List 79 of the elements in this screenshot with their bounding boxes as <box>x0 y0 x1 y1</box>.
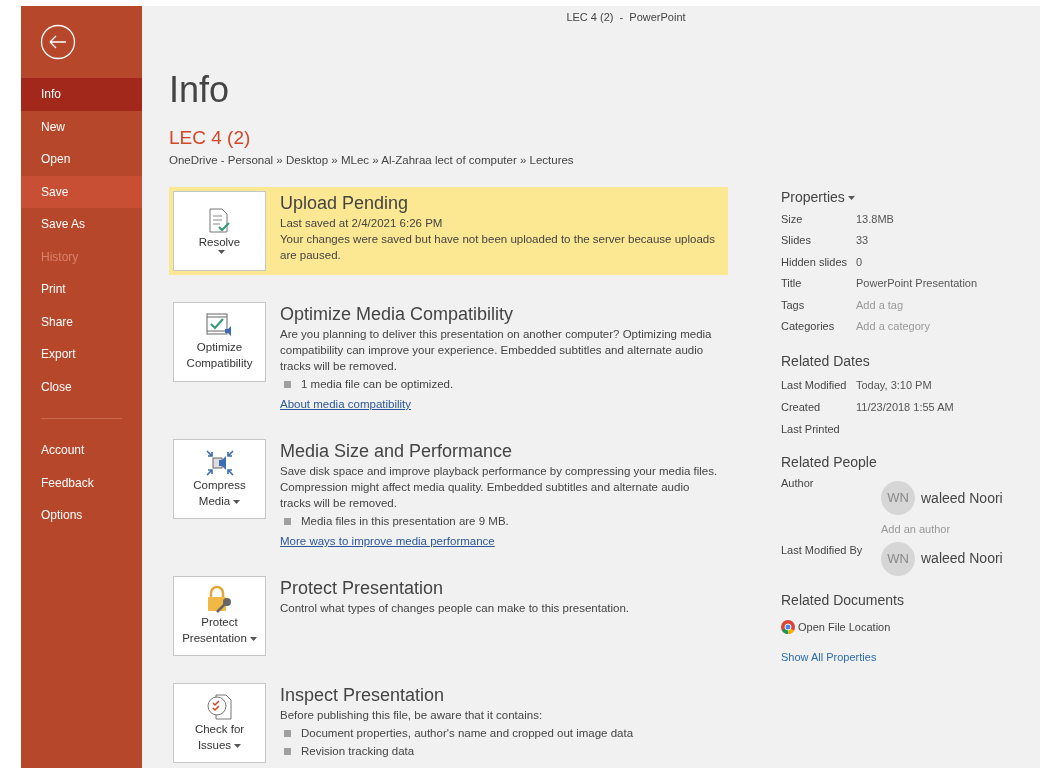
property-label: Tags <box>781 297 806 313</box>
section-text: Control what types of changes people can make to this presentation. <box>280 601 631 617</box>
property-label: Created <box>781 399 822 415</box>
action-button[interactable]: Resolve <box>173 191 266 272</box>
property-label: Last Modified <box>781 377 848 393</box>
back-icon[interactable] <box>40 24 76 60</box>
bullet-icon <box>284 729 291 737</box>
file-name: LEC 4 (2) <box>169 126 252 150</box>
menu-item[interactable]: Options <box>21 499 142 532</box>
section-text: Last saved at 2/4/2021 6:26 PM <box>280 216 444 232</box>
action-button[interactable]: Protect Presentation <box>173 576 266 657</box>
property-label: Last Printed <box>781 421 841 437</box>
person-name[interactable]: waleed Noori <box>921 487 1003 509</box>
section-text: Save disk space and improve playback performance by compressing your media files. Compression might affect media quality. Embedded subtitles and alternate audio tracks will be removed. <box>280 464 719 512</box>
property-value: 13.8MB <box>856 211 894 227</box>
property-label: Title <box>781 276 803 291</box>
section-title: Protect Presentation <box>280 577 445 601</box>
property-label: Categories <box>781 319 836 334</box>
caret-icon <box>847 195 855 200</box>
menu-item[interactable]: Info <box>21 78 142 111</box>
property-label: Hidden slides <box>781 254 849 270</box>
section-heading: Related Dates <box>781 352 871 371</box>
section-text: Before publishing this file, be aware that it contains: <box>280 708 544 724</box>
document-check-icon <box>208 208 231 235</box>
menu-item[interactable]: Share <box>21 305 142 338</box>
bullet-icon <box>284 517 291 525</box>
property-value: PowerPoint Presentation <box>856 276 978 291</box>
menu-item[interactable]: Close <box>21 370 142 403</box>
browser-icon <box>781 619 795 634</box>
check-issues-icon <box>205 693 234 722</box>
bullet-text: 1 media file can be optimized. <box>301 377 454 393</box>
menu-item[interactable]: Print <box>21 273 142 306</box>
bullet-text: Document properties, author's name and cropped out image data <box>301 726 634 742</box>
action-button[interactable]: Optimize Compatibility <box>173 302 266 383</box>
person-name[interactable]: waleed Noori <box>921 548 1003 569</box>
section-title: Media Size and Performance <box>280 440 514 464</box>
section-heading[interactable]: Properties <box>781 187 845 208</box>
property-value: 33 <box>856 233 869 248</box>
property-value: 0 <box>856 254 863 270</box>
section-heading: Related Documents <box>781 590 905 610</box>
section-title: Upload Pending <box>280 192 410 216</box>
section-text: Are you planning to deliver this presentation on another computer? Optimizing media compatibility can improve your experience. Embedded subtitles and alternate audio tracks will be removed. <box>280 327 713 375</box>
property-label: Last Modified By <box>781 542 864 558</box>
help-link[interactable]: More ways to improve media performance <box>280 533 495 550</box>
compress-media-icon <box>204 449 235 478</box>
menu-item[interactable]: Export <box>21 338 142 371</box>
caret-icon <box>234 744 242 749</box>
show-all-properties-link[interactable]: Show All Properties <box>781 649 877 666</box>
property-value: Today, 3:10 PM <box>856 377 932 393</box>
caret-icon <box>217 250 225 255</box>
property-label: Size <box>781 211 804 227</box>
open-file-location-link[interactable]: Open File Location <box>798 618 891 635</box>
menu-item[interactable]: Account <box>21 434 142 467</box>
file-path: OneDrive - Personal » Desktop » MLec » Al-Zahraa lect of computer » Lectures <box>169 153 575 168</box>
bullet-text: Media files in this presentation are 9 MB. <box>301 514 509 530</box>
caret-icon <box>249 637 257 642</box>
avatar: WN <box>881 541 915 576</box>
bullet-icon <box>284 380 291 388</box>
menu-item[interactable]: Feedback <box>21 466 142 499</box>
page-heading: Info <box>169 68 231 112</box>
menu-item[interactable]: Save As <box>21 208 142 241</box>
property-label: Slides <box>781 233 812 248</box>
property-label: Author <box>781 476 815 491</box>
bullet-text: Revision tracking data <box>301 744 415 760</box>
section-title: Inspect Presentation <box>280 684 446 708</box>
section-heading: Related People <box>781 453 878 472</box>
action-button[interactable]: Check for Issues <box>173 683 266 764</box>
caret-icon <box>233 500 241 505</box>
section-title: Optimize Media Compatibility <box>280 303 515 327</box>
help-link[interactable]: About media compatibility <box>280 396 412 413</box>
avatar: WN <box>881 481 915 515</box>
bullet-icon <box>284 747 291 755</box>
window-title: LEC 4 (2) - PowerPoint <box>566 9 686 25</box>
menu-item[interactable]: New <box>21 110 142 143</box>
section-text: Your changes were saved but have not been uploaded to the server because uploads are paused. <box>280 232 716 264</box>
menu-item[interactable]: Open <box>21 143 142 176</box>
property-value: 11/23/2018 1:55 AM <box>856 399 954 415</box>
action-button[interactable]: Compress Media <box>173 439 266 520</box>
menu-item[interactable]: Save <box>21 175 142 208</box>
